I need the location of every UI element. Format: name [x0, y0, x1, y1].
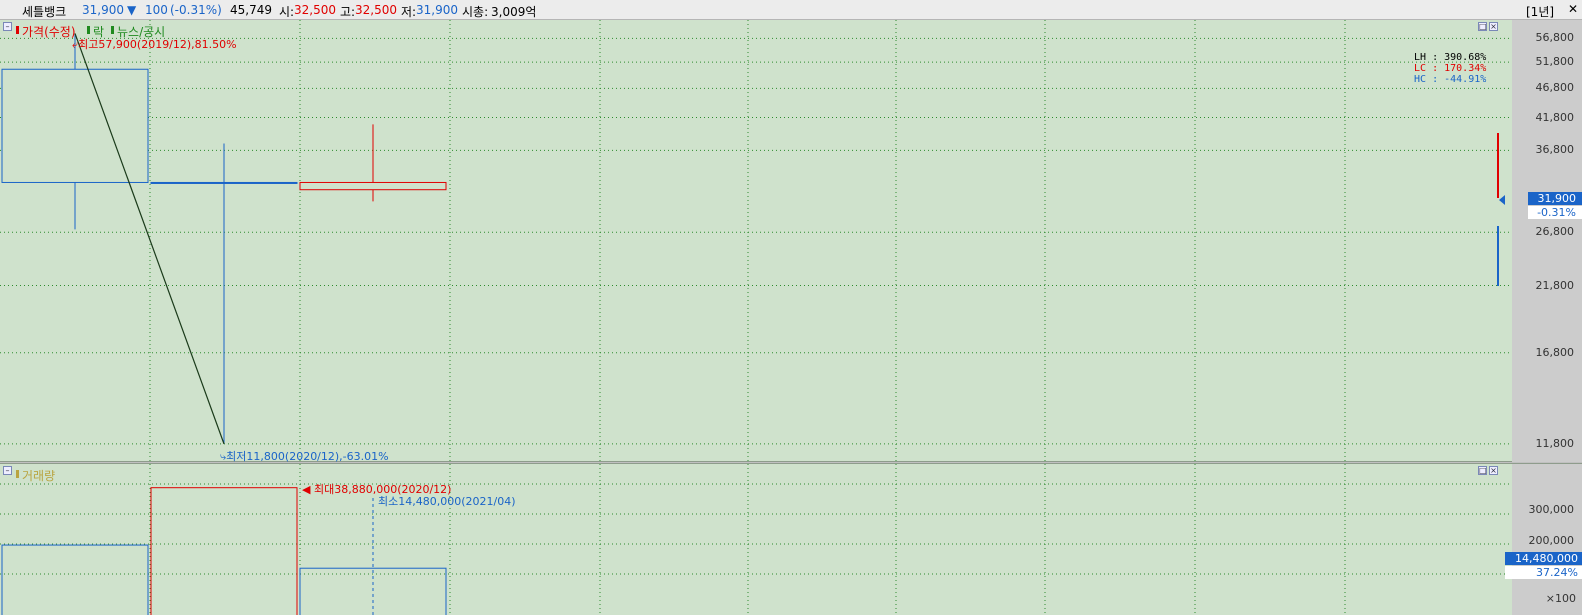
volume-bar: [1, 544, 149, 615]
stats-box: LH : 390.68% LC : 170.34% HC : -44.91%: [1414, 52, 1486, 85]
price-tick-label: 51,800: [1535, 55, 1575, 69]
stat-hc-value: -44.91%: [1444, 74, 1487, 85]
stat-lh-label: LH: [1414, 52, 1427, 63]
current-price-marker-icon: [1499, 195, 1505, 205]
stock-name[interactable]: 세틀뱅크: [22, 3, 66, 20]
max-min-connector: [74, 33, 225, 445]
pane-menu-icon[interactable]: –: [3, 22, 12, 31]
price-pane: – 가격(수정) 락 뉴스/공시 ⤶최고57,900(2019/12),81.5…: [0, 20, 1512, 463]
change-down-icon: ▼: [127, 3, 137, 17]
open-label: 시:: [279, 5, 295, 19]
marketcap-label: 시총:: [462, 5, 489, 19]
open-value: 32,500: [294, 3, 336, 17]
volume-axis: 300,000 200,000 14,480,000 37.24% ×100: [1505, 463, 1582, 615]
max-price-annotation: ⤶최고57,900(2019/12),81.50%: [72, 38, 237, 51]
stat-lc-label: LC: [1414, 63, 1427, 74]
stat-lc-value: 170.34%: [1444, 63, 1487, 74]
current-volume-badge: 14,480,000: [1505, 552, 1582, 565]
period-selector[interactable]: [1년]: [1526, 3, 1554, 20]
high-value: 32,500: [355, 3, 397, 17]
legend-rak-marker: [87, 26, 90, 34]
legend-news-marker: [111, 26, 114, 34]
pane-close-icon[interactable]: ×: [1489, 22, 1498, 31]
volume-pane: – 거래량 ◀ 최대38,880,000(2020/12) 최소14,480,0…: [0, 463, 1512, 615]
price-tick-label: 41,800: [1535, 110, 1575, 124]
volume-unit-label: ×100: [1545, 592, 1576, 605]
legend-volume[interactable]: 거래량: [22, 467, 55, 484]
min-price-annotation: ⤷최저11,800(2020/12),-63.01%: [220, 450, 389, 463]
legend-price-marker: [16, 26, 19, 34]
candle-body: [150, 181, 298, 184]
volume-value: 45,749: [230, 3, 272, 17]
price-chart: [0, 20, 1512, 462]
stat-lh-value: 390.68%: [1444, 52, 1487, 63]
price-change: 100: [145, 3, 168, 17]
high-label: 고:: [340, 5, 356, 19]
volume-tick-label: 300,000: [1528, 503, 1575, 516]
current-change-badge: -0.31%: [1528, 206, 1582, 219]
price-range-bar: [1497, 133, 1499, 198]
price-tick-label: 26,800: [1535, 225, 1575, 239]
candle-body: [1, 68, 149, 183]
legend-price[interactable]: 가격(수정): [22, 23, 76, 40]
candle-body: [299, 181, 447, 191]
stat-hc: HC : -44.91%: [1414, 74, 1487, 85]
min-price-text: 최저11,800(2020/12),-63.01%: [226, 450, 389, 463]
volume-tick-label: 200,000: [1528, 534, 1575, 547]
volume-chart: [0, 464, 1512, 615]
volume-pane-menu-icon[interactable]: –: [3, 466, 12, 475]
price-change-pct: (-0.31%): [170, 3, 222, 17]
price-tick-label: 36,800: [1535, 143, 1575, 157]
marketcap-value: 3,009억: [491, 5, 537, 19]
min-volume-annotation: 최소14,480,000(2021/04): [378, 495, 516, 508]
price-axis: 11,800 16,800 21,800 26,800 36,800 41,800 46,8…: [1512, 20, 1582, 462]
stat-lh: LH : 390.68%: [1414, 52, 1487, 63]
current-price: 31,900: [82, 3, 124, 17]
volume-pane-close-icon[interactable]: ×: [1489, 466, 1498, 475]
price-tick-label: 11,800: [1535, 436, 1575, 450]
low-value: 31,900: [416, 3, 458, 17]
price-range-bar-low: [1497, 226, 1499, 286]
price-tick-label: 21,800: [1535, 278, 1575, 292]
stat-hc-label: HC: [1414, 74, 1427, 85]
current-price-badge: 31,900: [1528, 192, 1582, 205]
volume-pane-maximize-icon[interactable]: □: [1478, 466, 1487, 475]
price-tick-label: 56,800: [1535, 31, 1575, 45]
max-price-text: 최고57,900(2019/12),81.50%: [78, 38, 237, 51]
price-tick-label: 16,800: [1535, 345, 1575, 359]
low-label: 저:: [401, 5, 417, 19]
legend-volume-marker: [16, 470, 19, 478]
current-ratio-badge: 37.24%: [1505, 566, 1582, 579]
volume-bar: [150, 487, 298, 615]
price-tick-label: 46,800: [1535, 81, 1575, 95]
header-bar: 세틀뱅크 31,900 ▼ 100 (-0.31%) 45,749 시: 32,…: [0, 0, 1582, 20]
pane-maximize-icon[interactable]: □: [1478, 22, 1487, 31]
stat-lc: LC : 170.34%: [1414, 63, 1487, 74]
close-icon[interactable]: ✕: [1568, 2, 1578, 16]
